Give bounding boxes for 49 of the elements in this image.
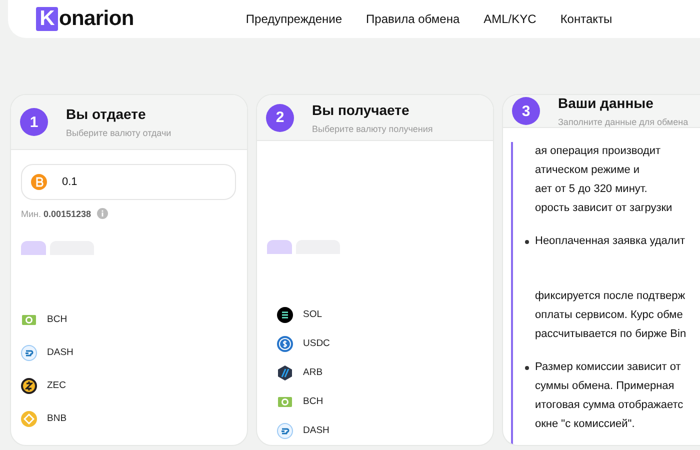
coin-option[interactable]: BCH [21, 303, 237, 336]
nav-link[interactable]: Предупреждение [246, 12, 342, 26]
coin-option[interactable]: ARB [267, 358, 483, 387]
coin-icon [21, 378, 37, 394]
filter-tab[interactable] [267, 240, 292, 254]
note-text: ает от 5 до 320 минут. [535, 182, 648, 197]
note-text: окне "с комиссией". [535, 417, 636, 432]
logo-mark: K [36, 7, 58, 31]
step-title: Вы отдаете [66, 106, 147, 122]
note-text: итоговая сумма отображаетс [535, 398, 684, 413]
coin-icon [277, 364, 293, 380]
coin-icon [21, 410, 37, 426]
nav-link[interactable]: Контакты [560, 12, 612, 26]
coin-option[interactable]: BCH [267, 387, 483, 416]
nav-link[interactable]: AML/KYC [484, 12, 536, 26]
coin-option[interactable]: DASH [21, 336, 237, 369]
note-text: ая операция производит [535, 144, 662, 159]
info-icon[interactable] [97, 208, 108, 219]
nav-link[interactable]: Правила обмена [366, 12, 460, 26]
coin-icon [21, 344, 37, 360]
logo-text: onarion [59, 7, 134, 31]
coin-icon [31, 174, 47, 190]
note-text: Неоплаченная заявка удалит [535, 234, 686, 249]
step-number: 2 [266, 104, 294, 132]
coin-icon [277, 306, 293, 322]
note-text: фиксируется после подтверж [535, 289, 686, 304]
step-subtitle: Выберите валюту отдачи [66, 128, 172, 138]
step-subtitle: Выберите валюту получения [312, 124, 433, 134]
note-text: орость зависит от загрузки [535, 201, 674, 216]
coin-option[interactable]: SOL [267, 300, 483, 329]
coin-icon [277, 336, 293, 352]
step-subtitle: Заполните данные для обмена [558, 117, 688, 127]
step-number: 1 [20, 108, 48, 136]
note-text: оплаты сервисом. Курс обме [535, 308, 684, 323]
min-amount: Мин. 0.00151238 [21, 208, 92, 218]
coin-option[interactable]: BNB [21, 402, 237, 435]
note-text: суммы обмена. Примерная [535, 379, 676, 394]
coin-option[interactable]: DASH [267, 416, 483, 445]
step-title: Вы получаете [312, 102, 410, 118]
note-text: рассчитывается по бирже Bin [535, 327, 688, 342]
filter-tab[interactable] [21, 241, 46, 255]
coin-option[interactable]: USDC [267, 329, 483, 358]
step-number: 3 [512, 97, 540, 125]
note-text: Размер комиссии зависит от [535, 360, 682, 375]
coin-option[interactable]: ZEC [21, 369, 237, 402]
note-text: атическом режиме и [535, 163, 641, 178]
coin-icon [277, 422, 293, 438]
step-title: Ваши данные [558, 95, 654, 111]
amount-field[interactable]: 0.1 [21, 164, 236, 200]
